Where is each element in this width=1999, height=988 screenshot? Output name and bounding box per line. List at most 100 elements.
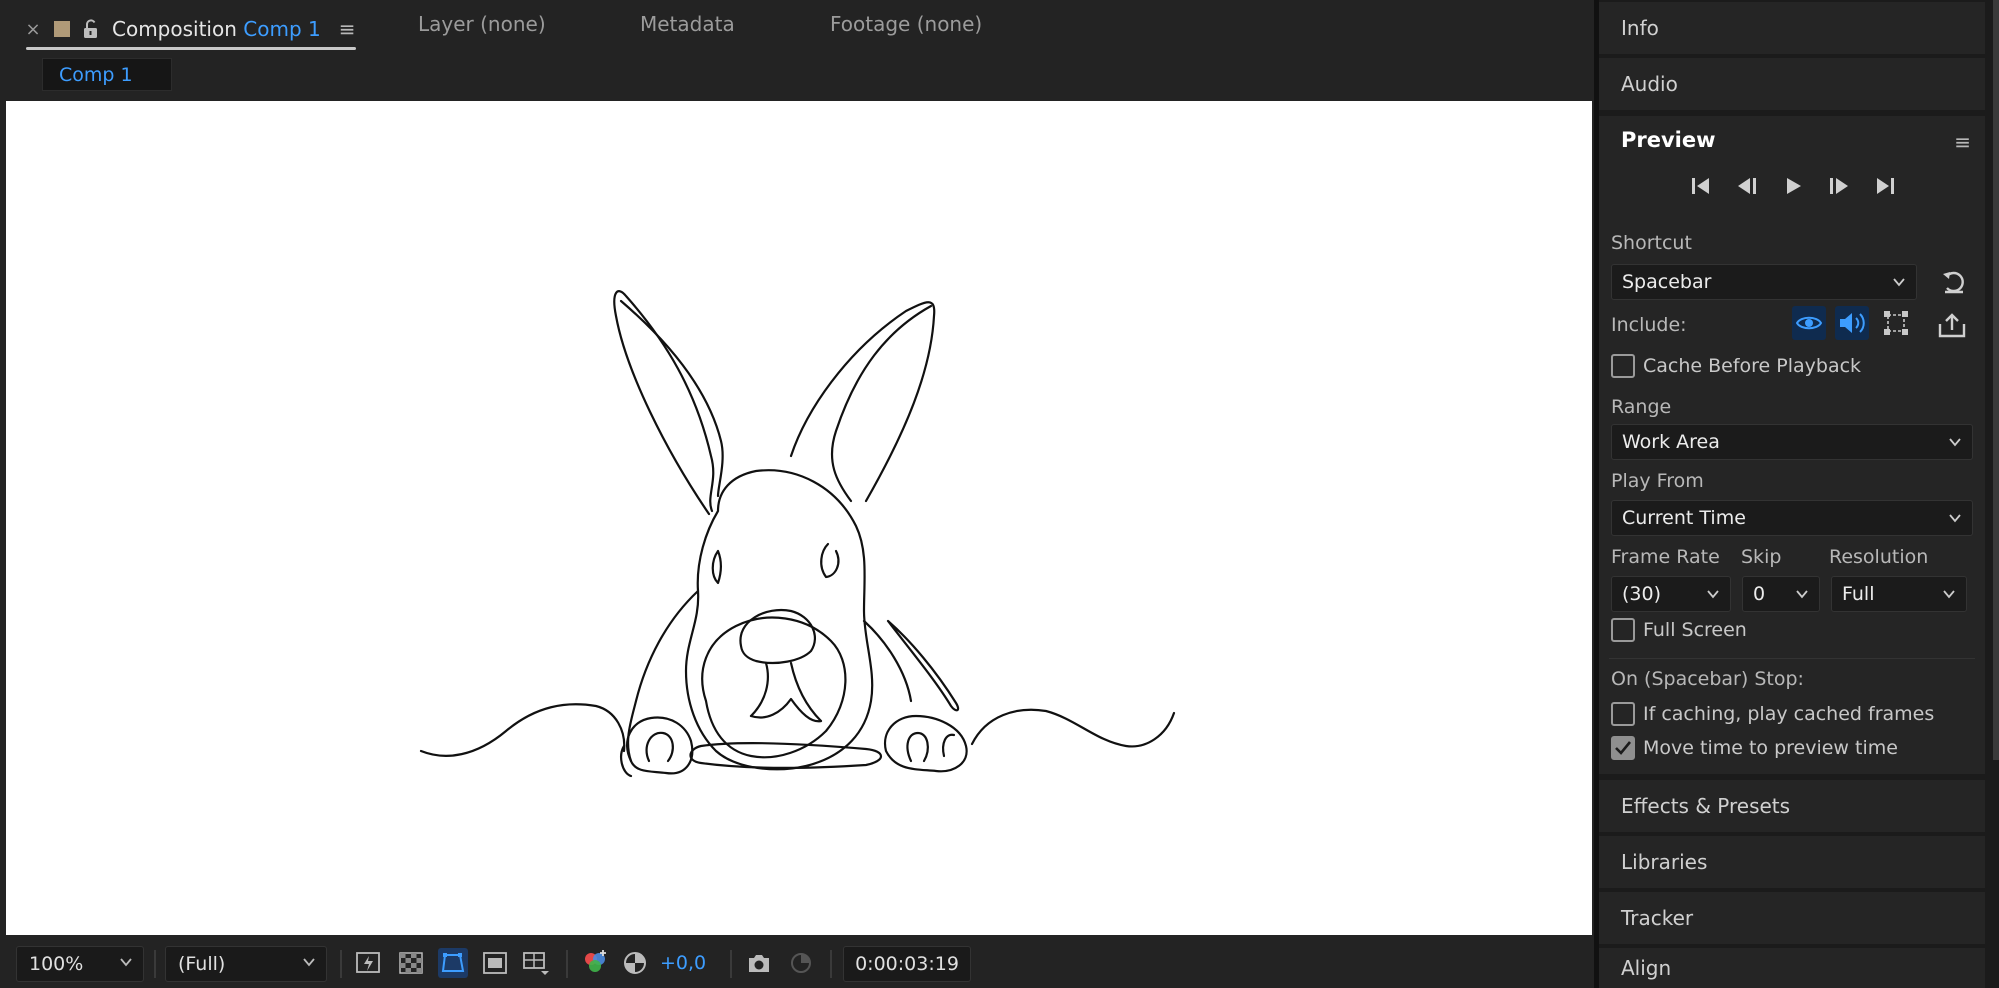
skip-value: 0	[1753, 583, 1766, 605]
footer-separator	[154, 950, 156, 978]
panel-menu-icon[interactable]: ≡	[339, 17, 356, 41]
play-icon[interactable]	[1777, 170, 1809, 202]
full-screen-label: Full Screen	[1643, 619, 1747, 641]
effects-presets-panel-header[interactable]: Effects & Presets	[1599, 780, 1985, 832]
move-time-label: Move time to preview time	[1643, 737, 1898, 759]
tab-footage[interactable]: Footage (none)	[830, 12, 982, 36]
footer-separator	[566, 950, 568, 978]
tab-composition[interactable]: × Composition Comp 1 ≡	[24, 8, 356, 50]
footer-separator	[830, 950, 832, 978]
libraries-panel-header[interactable]: Libraries	[1599, 836, 1985, 888]
audio-panel-header[interactable]: Audio	[1599, 58, 1985, 110]
channel-rgb-icon[interactable]	[580, 948, 610, 978]
snapshot-camera-icon[interactable]	[744, 948, 774, 978]
current-time-display[interactable]: 0:00:03:19	[843, 946, 971, 982]
checkbox-box[interactable]	[1611, 354, 1635, 378]
play-from-value: Current Time	[1622, 507, 1746, 529]
chevron-down-icon	[120, 958, 132, 967]
checkbox-box[interactable]	[1611, 702, 1635, 726]
composition-panel: × Composition Comp 1 ≡ Layer (none) Meta…	[0, 0, 1594, 988]
cache-before-playback-checkbox[interactable]: Cache Before Playback	[1611, 354, 1861, 378]
move-time-checkbox[interactable]: Move time to preview time	[1611, 736, 1898, 760]
export-preview-icon[interactable]	[1937, 312, 1967, 340]
comp-navigator-tab[interactable]: Comp 1	[42, 58, 172, 91]
tab-composition-title: Composition Comp 1	[112, 17, 321, 41]
frame-rate-value: (30)	[1622, 583, 1662, 605]
preview-menu-icon[interactable]: ≡	[1954, 130, 1971, 154]
tab-composition-name: Comp 1	[243, 17, 321, 41]
fast-preview-icon[interactable]	[354, 948, 384, 978]
checkbox-box[interactable]	[1611, 618, 1635, 642]
tab-layer[interactable]: Layer (none)	[418, 12, 546, 36]
shortcut-label: Shortcut	[1611, 232, 1692, 254]
tracker-panel-header[interactable]: Tracker	[1599, 892, 1985, 944]
info-panel-header[interactable]: Info	[1599, 2, 1985, 54]
skip-label: Skip	[1741, 546, 1782, 568]
reset-shortcut-icon[interactable]	[1939, 266, 1969, 296]
include-overlays-icon[interactable]	[1879, 306, 1913, 340]
section-divider	[1609, 658, 1975, 659]
resolution-label: Resolution	[1829, 546, 1929, 568]
chevron-down-icon	[303, 958, 315, 967]
next-frame-icon[interactable]	[1823, 170, 1855, 202]
chevron-down-icon	[1796, 590, 1808, 599]
tab-metadata[interactable]: Metadata	[640, 12, 735, 36]
skip-dropdown[interactable]: 0	[1742, 576, 1820, 612]
shortcut-value: Spacebar	[1622, 271, 1712, 293]
unlock-icon[interactable]	[82, 19, 100, 39]
preview-title[interactable]: Preview	[1621, 128, 1716, 152]
footer-separator	[340, 950, 342, 978]
range-label: Range	[1611, 396, 1672, 418]
mask-visibility-icon[interactable]	[438, 948, 468, 978]
resolution-dropdown[interactable]: (Full)	[165, 946, 327, 982]
show-snapshot-icon[interactable]	[786, 948, 816, 978]
footer-separator	[730, 950, 732, 978]
bunny-line-drawing	[419, 290, 1176, 778]
resolution-preview-dropdown[interactable]: Full	[1831, 576, 1967, 612]
region-of-interest-icon[interactable]	[480, 948, 510, 978]
preview-panel: Preview ≡ Shortcut Spacebar Include: Cac…	[1599, 116, 1985, 774]
exposure-value[interactable]: +0,0	[660, 952, 706, 974]
grid-guides-icon[interactable]	[520, 948, 550, 978]
chevron-down-icon	[1949, 514, 1961, 523]
range-value: Work Area	[1622, 431, 1720, 453]
on-stop-label: On (Spacebar) Stop:	[1611, 668, 1804, 690]
label-color-swatch[interactable]	[54, 21, 70, 37]
first-frame-icon[interactable]	[1685, 170, 1717, 202]
include-video-eye-icon[interactable]	[1792, 306, 1826, 340]
last-frame-icon[interactable]	[1869, 170, 1901, 202]
frame-rate-label: Frame Rate	[1611, 546, 1720, 568]
transport-controls	[1685, 170, 1901, 202]
if-caching-checkbox[interactable]: If caching, play cached frames	[1611, 702, 1934, 726]
resolution-preview-value: Full	[1842, 583, 1875, 605]
previous-frame-icon[interactable]	[1731, 170, 1763, 202]
composition-viewer[interactable]	[6, 101, 1592, 935]
range-dropdown[interactable]: Work Area	[1611, 424, 1973, 460]
right-panel-stack: Info Audio Preview ≡ Shortcut Spacebar I…	[1599, 0, 1999, 988]
close-tab-icon[interactable]: ×	[24, 19, 42, 40]
tab-composition-prefix: Composition	[112, 17, 237, 41]
include-audio-speaker-icon[interactable]	[1835, 306, 1869, 340]
full-screen-checkbox[interactable]: Full Screen	[1611, 618, 1747, 642]
chevron-down-icon	[1949, 438, 1961, 447]
play-from-dropdown[interactable]: Current Time	[1611, 500, 1973, 536]
shortcut-dropdown[interactable]: Spacebar	[1611, 264, 1917, 300]
zoom-dropdown[interactable]: 100%	[16, 946, 144, 982]
right-panel-scrollbar[interactable]	[1993, 0, 1999, 760]
chevron-down-icon	[1707, 590, 1719, 599]
frame-rate-dropdown[interactable]: (30)	[1611, 576, 1731, 612]
transparency-grid-icon[interactable]	[396, 948, 426, 978]
checkmark-icon	[1615, 741, 1632, 755]
reset-exposure-icon[interactable]	[620, 948, 650, 978]
cache-before-playback-label: Cache Before Playback	[1643, 355, 1862, 377]
checkbox-checked[interactable]	[1611, 736, 1635, 760]
chevron-down-icon	[1893, 278, 1905, 287]
if-caching-label: If caching, play cached frames	[1643, 703, 1935, 725]
composition-tabbar: × Composition Comp 1 ≡ Layer (none) Meta…	[0, 0, 1594, 54]
include-label: Include:	[1611, 314, 1687, 336]
play-from-label: Play From	[1611, 470, 1704, 492]
align-panel-header[interactable]: Align	[1599, 948, 1985, 988]
app-window: × Composition Comp 1 ≡ Layer (none) Meta…	[0, 0, 1999, 988]
zoom-value: 100%	[29, 953, 84, 975]
resolution-value: (Full)	[178, 953, 226, 975]
